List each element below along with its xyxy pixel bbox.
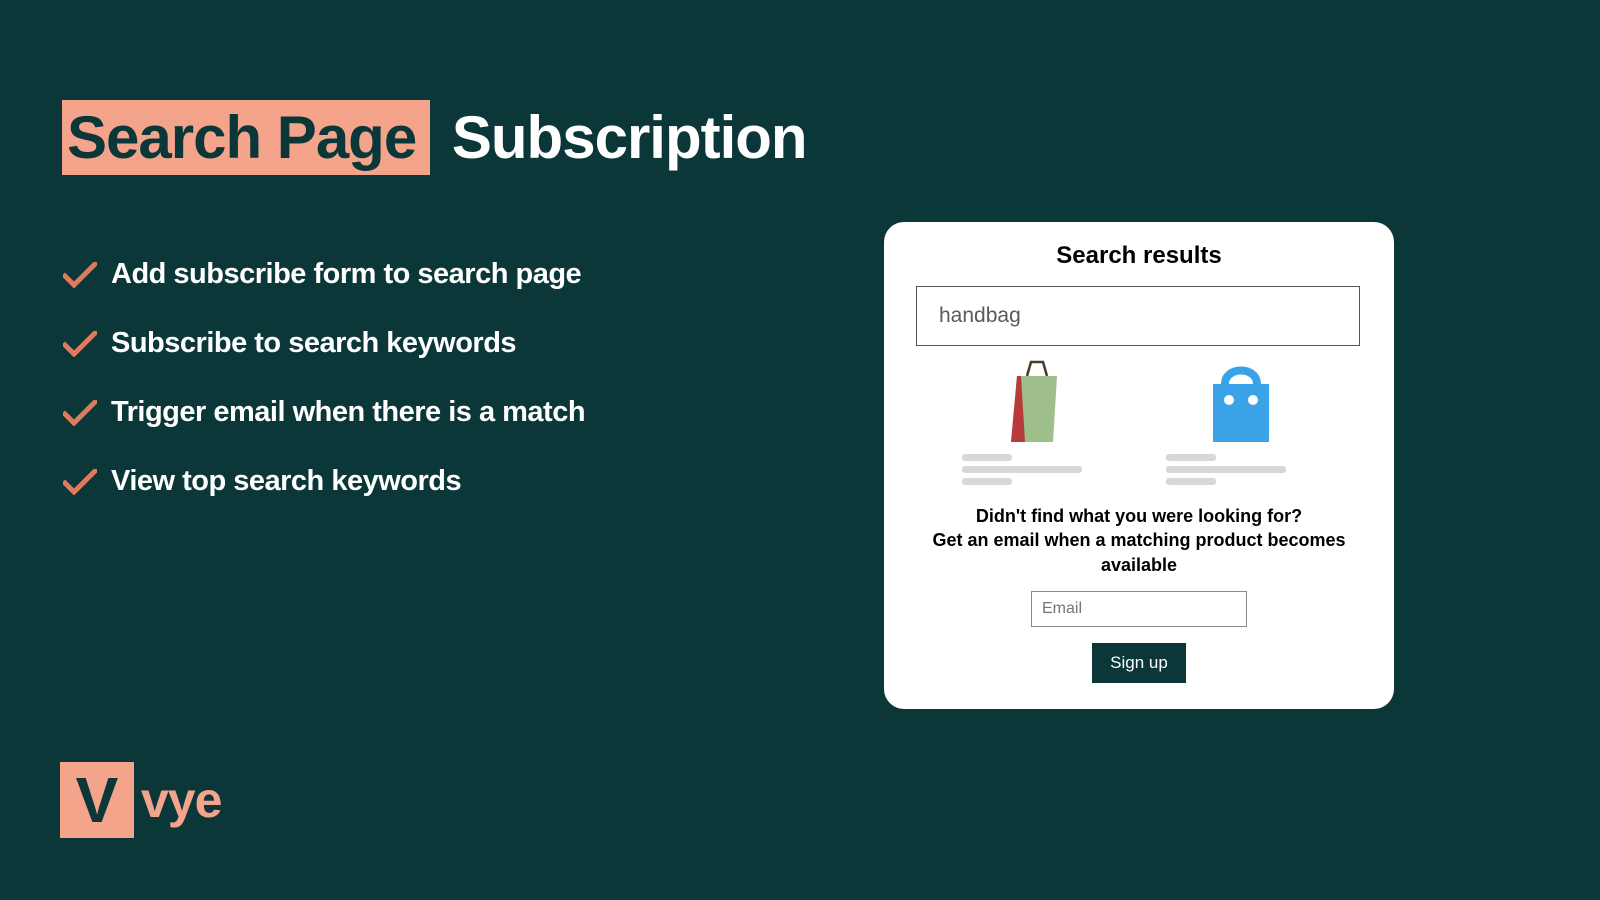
feature-text: Trigger email when there is a match — [111, 396, 585, 429]
search-results-card: Search results — [884, 222, 1394, 709]
product-skeleton — [1166, 454, 1316, 490]
shopping-bag-icon — [1201, 360, 1281, 444]
feature-item: Add subscribe form to search page — [63, 258, 585, 291]
product-skeleton — [962, 454, 1112, 490]
feature-text: Add subscribe form to search page — [111, 258, 581, 291]
feature-text: View top search keywords — [111, 465, 461, 498]
logo-text: vye — [141, 771, 221, 829]
feature-item: Subscribe to search keywords — [63, 327, 585, 360]
feature-text: Subscribe to search keywords — [111, 327, 516, 360]
shopping-bag-icon — [997, 360, 1077, 444]
page-heading: Search Page Subscription — [62, 100, 807, 175]
brand-logo: V vye — [60, 762, 221, 838]
card-cta-text: Didn't find what you were looking for? G… — [912, 504, 1366, 577]
check-icon — [63, 400, 97, 426]
heading-rest: Subscription — [436, 104, 806, 171]
logo-box: V — [60, 762, 134, 838]
card-title: Search results — [912, 242, 1366, 270]
check-icon — [63, 469, 97, 495]
signup-button[interactable]: Sign up — [1092, 643, 1186, 683]
check-icon — [63, 331, 97, 357]
logo-letter: V — [76, 768, 119, 832]
feature-item: View top search keywords — [63, 465, 585, 498]
product-item — [962, 360, 1112, 490]
heading-highlight: Search Page — [62, 100, 430, 175]
features-list: Add subscribe form to search page Subscr… — [63, 258, 585, 534]
product-item — [1166, 360, 1316, 490]
feature-item: Trigger email when there is a match — [63, 396, 585, 429]
products-row — [912, 352, 1366, 494]
email-input[interactable] — [1031, 591, 1247, 627]
search-input[interactable] — [916, 286, 1360, 346]
check-icon — [63, 262, 97, 288]
